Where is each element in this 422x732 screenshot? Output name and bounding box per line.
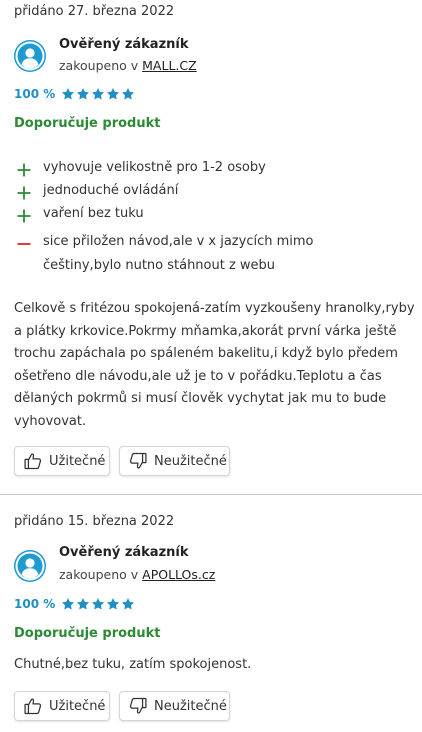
- star-icon: [121, 597, 135, 611]
- rating-percent: 100 %: [14, 597, 56, 611]
- pro-text: vyhovuje velikostně pro 1-2 osoby: [43, 160, 266, 175]
- avatar-icon: [14, 40, 46, 72]
- recommend-label: Doporučuje produkt: [14, 626, 161, 641]
- star-icon: [61, 87, 75, 101]
- thumbs-up-icon: [23, 696, 43, 716]
- plus-icon: [17, 185, 31, 204]
- review-text: Celkově s fritézou spokojená-zatím vyzko…: [14, 301, 415, 429]
- rating-stars: [61, 597, 135, 611]
- star-icon: [91, 597, 105, 611]
- bought-prefix: zakoupeno v: [59, 58, 139, 73]
- review-date: přidáno 27. března 2022: [14, 4, 175, 19]
- author-name: Ověřený zákazník: [59, 545, 189, 560]
- useless-label: Neužitečné: [154, 453, 227, 469]
- useless-button[interactable]: Neužitečné: [119, 446, 230, 476]
- thumbs-down-icon: [128, 696, 148, 716]
- avatar-icon: [14, 550, 46, 582]
- star-icon: [91, 87, 105, 101]
- plus-icon: [17, 162, 31, 181]
- pro-text: vaření bez tuku: [43, 206, 144, 221]
- bought-at: zakoupeno v APOLLOs.cz: [59, 567, 215, 582]
- thumbs-down-icon: [128, 451, 148, 471]
- rating-stars: [61, 87, 135, 101]
- bought-at: zakoupeno v MALL.CZ: [59, 58, 197, 73]
- useful-button[interactable]: Užitečné: [14, 446, 110, 476]
- star-icon: [106, 597, 120, 611]
- review-text: Chutné,bez tuku, zatím spokojenost.: [14, 657, 252, 672]
- shop-link[interactable]: APOLLOs.cz: [142, 567, 215, 582]
- useless-label: Neužitečné: [154, 698, 227, 714]
- star-icon: [106, 87, 120, 101]
- star-icon: [76, 87, 90, 101]
- star-icon: [61, 597, 75, 611]
- useful-button[interactable]: Užitečné: [14, 691, 110, 721]
- pro-text: jednoduché ovládání: [43, 183, 179, 198]
- recommend-label: Doporučuje produkt: [14, 116, 161, 131]
- minus-icon: [17, 236, 31, 255]
- useful-label: Užitečné: [49, 453, 106, 469]
- author-name: Ověřený zákazník: [59, 37, 189, 52]
- con-text: sice přiložen návod,ale v x jazycích mim…: [43, 234, 314, 273]
- useful-label: Užitečné: [49, 698, 106, 714]
- shop-link[interactable]: MALL.CZ: [142, 58, 197, 73]
- review-divider: [0, 494, 422, 495]
- rating-percent: 100 %: [14, 87, 56, 101]
- thumbs-up-icon: [23, 451, 43, 471]
- review-date: přidáno 15. března 2022: [14, 514, 175, 529]
- useless-button[interactable]: Neužitečné: [119, 691, 230, 721]
- star-icon: [121, 87, 135, 101]
- star-icon: [76, 597, 90, 611]
- bought-prefix: zakoupeno v: [59, 567, 139, 582]
- plus-icon: [17, 208, 31, 227]
